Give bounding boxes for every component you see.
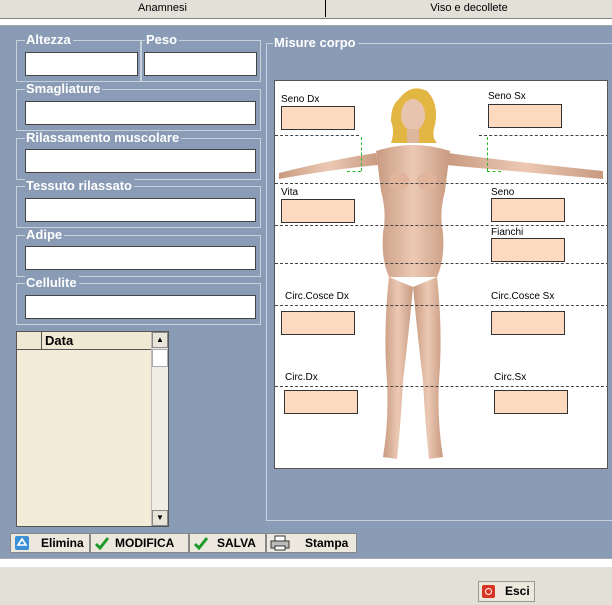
circ-cosce-sx-input[interactable] (491, 311, 565, 335)
smagliature-label: Smagliature (25, 81, 103, 96)
modifica-button[interactable]: MODIFICA (90, 533, 189, 553)
recycle-icon (15, 536, 29, 550)
pointer-line (487, 137, 488, 171)
printer-icon (270, 535, 290, 551)
seno-dx-input[interactable] (281, 106, 355, 130)
circ-dx-input[interactable] (284, 390, 358, 414)
esci-label: Esci (505, 584, 530, 598)
tab-viso-e-decollete[interactable]: Viso e decollete (326, 0, 612, 17)
vita-input[interactable] (281, 199, 355, 223)
tab-bar: Anamnesi Viso e decollete (0, 0, 612, 19)
grid-corner (17, 332, 42, 349)
adipe-label: Adipe (25, 227, 65, 242)
seno-input[interactable] (491, 198, 565, 222)
modifica-label: MODIFICA (115, 536, 175, 550)
cellulite-input[interactable] (25, 295, 256, 319)
altezza-input[interactable] (25, 52, 138, 76)
grid-header: Data (17, 332, 152, 350)
tab-content-divider (0, 19, 612, 26)
elimina-label: Elimina (41, 536, 84, 550)
guide-line (275, 183, 607, 184)
cellulite-label: Cellulite (25, 275, 79, 290)
circ-dx-label: Circ.Dx (285, 372, 318, 383)
pointer-line (487, 171, 501, 172)
altezza-label: Altezza (25, 32, 73, 47)
salva-button[interactable]: SALVA (189, 533, 266, 553)
pointer-line (361, 137, 362, 171)
peso-input[interactable] (144, 52, 257, 76)
exit-icon (482, 585, 495, 598)
guide-line (479, 135, 607, 136)
peso-label: Peso (145, 32, 180, 47)
circ-cosce-sx-label: Circ.Cosce Sx (491, 291, 555, 302)
tessuto-label: Tessuto rilassato (25, 178, 134, 193)
seno-sx-input[interactable] (488, 104, 562, 128)
elimina-button[interactable]: Elimina (10, 533, 90, 553)
esci-button[interactable]: Esci (478, 581, 535, 602)
fianchi-label: Fianchi (491, 227, 524, 238)
seno-sx-label: Seno Sx (488, 91, 526, 102)
vita-label: Vita (281, 187, 299, 198)
guide-line (275, 225, 607, 226)
circ-sx-input[interactable] (494, 390, 568, 414)
checkmark-icon (94, 537, 110, 551)
scroll-down-icon[interactable]: ▼ (152, 510, 168, 526)
smagliature-input[interactable] (25, 101, 256, 125)
circ-cosce-dx-input[interactable] (281, 311, 355, 335)
seno-label: Seno (491, 187, 515, 198)
seno-dx-label: Seno Dx (281, 94, 320, 105)
scroll-thumb[interactable] (152, 349, 168, 367)
circ-cosce-dx-label: Circ.Cosce Dx (285, 291, 349, 302)
pointer-line (347, 171, 361, 172)
guide-line (275, 305, 607, 306)
guide-line (275, 135, 359, 136)
circ-sx-label: Circ.Sx (494, 372, 527, 383)
guide-line (275, 386, 607, 387)
rilassamento-label: Rilassamento muscolare (25, 130, 182, 145)
guide-line (275, 263, 607, 264)
grid-column-data[interactable]: Data (45, 332, 73, 349)
stampa-button[interactable]: Stampa (266, 533, 357, 553)
checkmark-icon (193, 537, 209, 551)
body-measures-panel: Seno Dx Seno Sx Vita Seno Fianchi Circ.C… (274, 80, 608, 469)
stampa-label: Stampa (305, 536, 349, 550)
fianchi-input[interactable] (491, 238, 565, 262)
scroll-up-icon[interactable]: ▲ (152, 332, 168, 348)
tessuto-input[interactable] (25, 198, 256, 222)
tab-anamnesi[interactable]: Anamnesi (0, 0, 326, 17)
grid-scrollbar[interactable]: ▲ ▼ (151, 332, 168, 526)
misure-corpo-title: Misure corpo (273, 35, 358, 50)
rilassamento-input[interactable] (25, 149, 256, 173)
date-grid[interactable]: Data ▲ ▼ (16, 331, 169, 527)
adipe-input[interactable] (25, 246, 256, 270)
salva-label: SALVA (217, 536, 256, 550)
